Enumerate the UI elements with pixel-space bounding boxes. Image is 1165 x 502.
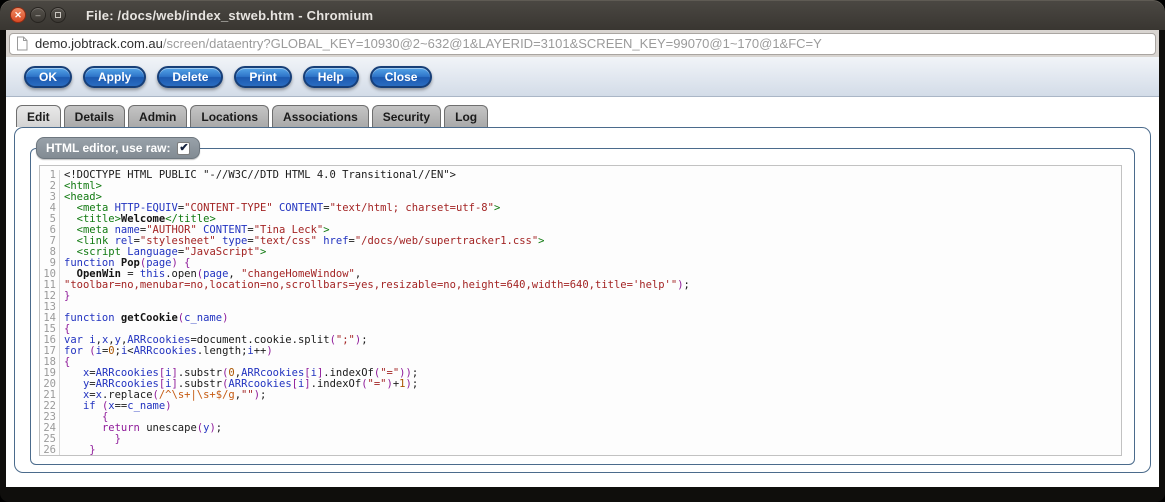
use-raw-checkbox[interactable]: ✔ (177, 141, 191, 155)
code-text: } (64, 290, 71, 302)
code-text: <!DOCTYPE HTML PUBLIC "-//W3C//DTD HTML … (64, 169, 456, 181)
page-content: Edit Details Admin Locations Associations Sec… (6, 97, 1159, 487)
code-line: 8 <script Language="JavaScript"> (40, 247, 1121, 258)
window-title: File: /docs/web/index_stweb.htm - Chromi… (86, 7, 374, 23)
code-line: 26 } (40, 445, 1121, 455)
tab-security[interactable]: Security (371, 105, 442, 127)
tab-edit[interactable]: Edit (16, 105, 61, 127)
action-button-apply[interactable]: Apply (83, 65, 147, 88)
tab-details[interactable]: Details (63, 105, 126, 127)
address-toolbar: demo.jobtrack.com.au/screen/dataentry?GL… (6, 30, 1159, 57)
window-close-icon[interactable]: ✕ (10, 7, 26, 23)
action-button-strip: OK Apply Delete Print Help Close (6, 57, 1159, 97)
url-domain: demo.jobtrack.com.au (35, 36, 163, 51)
action-button-print[interactable]: Print (234, 65, 292, 88)
code-line: 1 <!DOCTYPE HTML PUBLIC "-//W3C//DTD HTML… (40, 170, 1121, 181)
url-path: /screen/dataentry?GLOBAL_KEY=10930@2~632… (162, 36, 822, 51)
code-text: for (i=0;i<ARRcookies.length;i++) (64, 345, 273, 357)
code-line: 25 } (40, 434, 1121, 445)
action-button-ok[interactable]: OK (24, 65, 72, 88)
action-button-help[interactable]: Help (302, 65, 359, 88)
window-maximize-icon[interactable] (50, 7, 66, 23)
code-text: "toolbar=no,menubar=no,location=no,scrol… (64, 279, 690, 291)
code-line: 22 if (x==c_name) (40, 401, 1121, 412)
editor-legend-label: HTML editor, use raw: (46, 141, 171, 155)
editor-legend: HTML editor, use raw: ✔ (36, 137, 201, 159)
title-bar: ✕ – File: /docs/web/index_stweb.htm - Ch… (0, 0, 1165, 30)
window-minimize-icon[interactable]: – (30, 7, 46, 23)
code-line: 12} (40, 291, 1121, 302)
code-line: 24 return unescape(y); (40, 423, 1121, 434)
chrome-frame: demo.jobtrack.com.au/screen/dataentry?GL… (6, 30, 1159, 487)
browser-window: ✕ – File: /docs/web/index_stweb.htm - Ch… (0, 0, 1165, 502)
code-editor[interactable]: 1 <!DOCTYPE HTML PUBLIC "-//W3C//DTD HTML… (39, 165, 1122, 456)
action-button-delete[interactable]: Delete (157, 65, 224, 88)
tab-associations[interactable]: Associations (272, 105, 369, 127)
address-bar[interactable]: demo.jobtrack.com.au/screen/dataentry?GL… (9, 32, 1156, 55)
tab-panel: HTML editor, use raw: ✔ 1 <!DOCTYPE HTML … (14, 127, 1151, 473)
tab-bar: Edit Details Admin Locations Associations Sec… (6, 97, 1159, 127)
editor-fieldset: HTML editor, use raw: ✔ 1 <!DOCTYPE HTML … (30, 137, 1135, 465)
action-button-close[interactable]: Close (369, 65, 433, 88)
code-line: 17 for (i=0;i<ARRcookies.length;i++) (40, 346, 1121, 357)
code-line: 14 function getCookie(c_name) (40, 313, 1121, 324)
tab-locations[interactable]: Locations (190, 105, 270, 127)
page-icon (17, 36, 28, 51)
code-line: 2 <html> (40, 181, 1121, 192)
code-text: function getCookie(c_name) (64, 312, 229, 324)
code-line: 11 "toolbar=no,menubar=no,location=no,scr… (40, 280, 1121, 291)
tab-admin[interactable]: Admin (128, 105, 188, 127)
code-line: 21 x=x.replace(/^\s+|\s+$/g,""); (40, 390, 1121, 401)
tab-log[interactable]: Log (444, 105, 489, 127)
